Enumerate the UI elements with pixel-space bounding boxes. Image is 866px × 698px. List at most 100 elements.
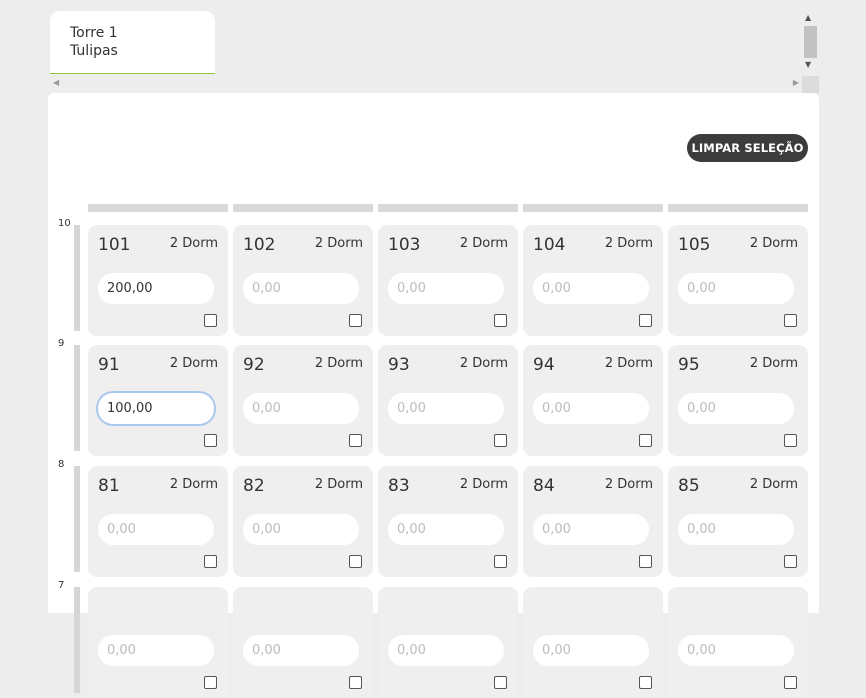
unit-card[interactable]: 93 2 Dorm [378, 345, 518, 456]
tower-tab[interactable]: Torre 1 Tulipas [50, 11, 215, 74]
unit-number: 95 [678, 355, 700, 375]
column-headers [88, 204, 808, 212]
unit-price-input[interactable] [243, 273, 359, 304]
unit-price-input[interactable] [388, 635, 504, 666]
clear-selection-button[interactable]: LIMPAR SELEÇÃO [687, 134, 808, 162]
scroll-up-icon[interactable]: ▲ [805, 13, 811, 22]
unit-price-input[interactable] [533, 635, 649, 666]
unit-card[interactable]: 81 2 Dorm [88, 466, 228, 577]
unit-card[interactable] [233, 587, 373, 698]
unit-select-checkbox[interactable] [494, 676, 507, 689]
floor-bar [74, 345, 80, 451]
unit-type: 2 Dorm [459, 236, 508, 251]
unit-card[interactable]: 101 2 Dorm [88, 225, 228, 336]
column-header-bar [88, 204, 228, 212]
unit-card[interactable]: 85 2 Dorm [668, 466, 808, 577]
unit-number: 84 [533, 476, 555, 496]
unit-select-checkbox[interactable] [639, 676, 652, 689]
unit-select-checkbox[interactable] [494, 314, 507, 327]
unit-type: 2 Dorm [169, 356, 218, 371]
unit-price-input[interactable] [678, 393, 794, 424]
unit-price-input[interactable] [388, 273, 504, 304]
floor-row: 7 [48, 580, 819, 698]
unit-card[interactable]: 95 2 Dorm [668, 345, 808, 456]
unit-price-input[interactable] [243, 514, 359, 545]
unit-price-input[interactable] [98, 273, 214, 304]
floor-bar [74, 225, 80, 331]
unit-select-checkbox[interactable] [204, 434, 217, 447]
unit-select-checkbox[interactable] [784, 434, 797, 447]
unit-select-checkbox[interactable] [349, 676, 362, 689]
unit-number: 92 [243, 355, 265, 375]
scroll-right-icon[interactable]: ▶ [793, 78, 799, 87]
unit-price-input[interactable] [678, 514, 794, 545]
unit-type: 2 Dorm [604, 356, 653, 371]
unit-select-checkbox[interactable] [784, 314, 797, 327]
vertical-scrollbar[interactable]: ▲ ▼ [802, 13, 818, 73]
unit-card[interactable] [668, 587, 808, 698]
unit-type: 2 Dorm [749, 356, 798, 371]
unit-select-checkbox[interactable] [349, 555, 362, 568]
unit-type: 2 Dorm [169, 477, 218, 492]
tower-subtitle: Tulipas [70, 43, 118, 59]
unit-select-checkbox[interactable] [204, 314, 217, 327]
unit-price-input[interactable] [388, 393, 504, 424]
unit-price-input[interactable] [243, 635, 359, 666]
unit-number: 85 [678, 476, 700, 496]
unit-price-input[interactable] [678, 273, 794, 304]
unit-price-input[interactable] [533, 514, 649, 545]
unit-select-checkbox[interactable] [349, 314, 362, 327]
unit-select-checkbox[interactable] [494, 434, 507, 447]
scroll-down-icon[interactable]: ▼ [805, 60, 811, 69]
unit-number: 82 [243, 476, 265, 496]
floor-bar [74, 466, 80, 572]
unit-price-input[interactable] [533, 273, 649, 304]
unit-select-checkbox[interactable] [784, 555, 797, 568]
unit-card[interactable]: 91 2 Dorm [88, 345, 228, 456]
unit-card[interactable] [378, 587, 518, 698]
floor-row: 8 81 2 Dorm 82 2 Dorm 83 2 Dorm 84 2 Dorm 85 2 Dor… [48, 459, 819, 577]
unit-select-checkbox[interactable] [349, 434, 362, 447]
unit-type: 2 Dorm [314, 356, 363, 371]
scroll-thumb[interactable] [804, 26, 817, 58]
unit-select-checkbox[interactable] [639, 555, 652, 568]
scroll-left-icon[interactable]: ◀ [53, 78, 59, 87]
unit-card[interactable]: 83 2 Dorm [378, 466, 518, 577]
floor-label: 9 [58, 338, 65, 349]
floor-label: 10 [58, 218, 71, 229]
unit-card[interactable] [88, 587, 228, 698]
unit-number: 94 [533, 355, 555, 375]
unit-number: 83 [388, 476, 410, 496]
unit-card[interactable]: 103 2 Dorm [378, 225, 518, 336]
unit-price-input[interactable] [678, 635, 794, 666]
unit-price-input[interactable] [98, 393, 214, 424]
unit-number: 101 [98, 235, 131, 255]
unit-card[interactable]: 102 2 Dorm [233, 225, 373, 336]
unit-price-input[interactable] [533, 393, 649, 424]
floor-label: 8 [58, 459, 65, 470]
unit-select-checkbox[interactable] [494, 555, 507, 568]
unit-number: 103 [388, 235, 421, 255]
unit-card[interactable]: 105 2 Dorm [668, 225, 808, 336]
unit-price-input[interactable] [388, 514, 504, 545]
unit-select-checkbox[interactable] [639, 434, 652, 447]
unit-select-checkbox[interactable] [639, 314, 652, 327]
unit-card[interactable]: 82 2 Dorm [233, 466, 373, 577]
unit-price-input[interactable] [243, 393, 359, 424]
unit-select-checkbox[interactable] [204, 676, 217, 689]
unit-card[interactable]: 94 2 Dorm [523, 345, 663, 456]
unit-number: 91 [98, 355, 120, 375]
unit-price-input[interactable] [98, 635, 214, 666]
unit-select-checkbox[interactable] [784, 676, 797, 689]
unit-number: 102 [243, 235, 276, 255]
unit-card[interactable]: 92 2 Dorm [233, 345, 373, 456]
unit-select-checkbox[interactable] [204, 555, 217, 568]
unit-card[interactable] [523, 587, 663, 698]
unit-price-input[interactable] [98, 514, 214, 545]
column-header-bar [523, 204, 663, 212]
tower-name: Torre 1 [70, 25, 118, 41]
unit-type: 2 Dorm [459, 356, 508, 371]
horizontal-scrollbar[interactable]: ◀ ▶ [50, 74, 802, 92]
unit-card[interactable]: 84 2 Dorm [523, 466, 663, 577]
unit-card[interactable]: 104 2 Dorm [523, 225, 663, 336]
